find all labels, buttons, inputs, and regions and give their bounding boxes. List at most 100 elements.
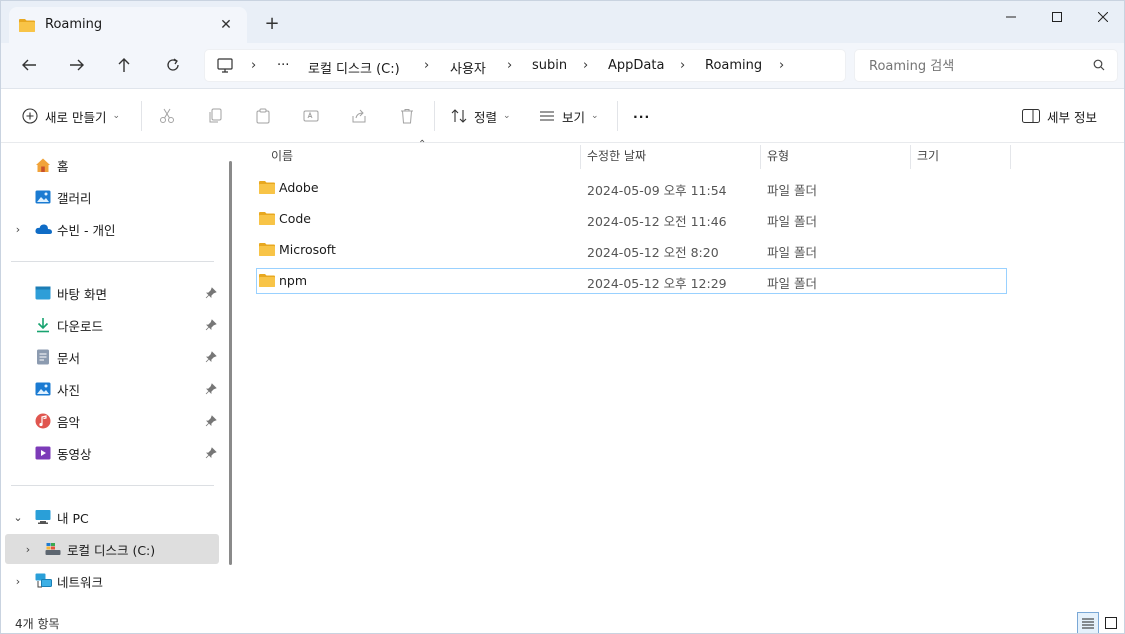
scrollbar[interactable] [229,161,232,565]
sidebar-item-label: 음악 [57,414,81,430]
folder-icon [19,18,35,35]
desktop-icon [35,285,51,301]
sidebar-item-downloads[interactable]: 다운로드 [5,310,219,340]
breadcrumb-separator[interactable]: › [251,58,256,73]
sidebar-item-label: 홈 [57,158,69,174]
view-button[interactable]: 보기 ⌄ [539,104,599,128]
breadcrumb-separator[interactable]: › [507,58,512,73]
sidebar-item-local-disk[interactable]: › 로컬 디스크 (C:) [5,534,219,564]
rename-button[interactable] [303,104,319,128]
pin-icon [205,287,217,302]
chevron-down-icon[interactable]: ⌄ [11,511,25,524]
up-button[interactable] [109,52,139,78]
breadcrumb-appdata[interactable]: AppData [608,58,664,73]
sidebar-item-desktop[interactable]: 바탕 화면 [5,278,219,308]
divider [141,101,142,131]
breadcrumb-separator[interactable]: › [779,58,784,73]
folder-icon [259,273,275,290]
file-name: Microsoft [279,242,336,257]
refresh-icon [167,58,179,71]
file-date: 2024-05-12 오후 12:29 [587,276,727,291]
breadcrumb-users[interactable]: 사용자 [450,58,486,77]
file-row[interactable]: Microsoft 2024-05-12 오전 8:20 파일 폴더 [256,237,1007,263]
view-label: 보기 [562,109,586,125]
sidebar-item-this-pc[interactable]: ⌄ 내 PC [5,502,219,532]
sort-button[interactable]: 정렬 ⌄ [451,104,511,128]
close-icon [1098,12,1108,22]
copy-icon [209,108,222,123]
chevron-right-icon[interactable]: › [21,543,35,556]
sidebar-item-gallery[interactable]: 갤러리 [5,182,219,212]
tiles-view-button[interactable] [1100,612,1122,633]
breadcrumb-local-disk[interactable]: 로컬 디스크 (C:) [308,58,400,77]
cloud-icon [35,221,52,237]
file-type: 파일 폴더 [767,245,817,260]
copy-button[interactable] [207,104,223,128]
sidebar-item-videos[interactable]: 동영상 [5,438,219,468]
sidebar-item-pictures[interactable]: 사진 [5,374,219,404]
column-divider[interactable] [1010,145,1011,169]
close-tab-icon[interactable]: ✕ [215,14,237,36]
document-icon [35,349,51,365]
search-box[interactable] [854,49,1118,82]
search-input[interactable] [869,56,1089,76]
new-tab-button[interactable]: + [261,13,283,35]
tiles-view-icon [1105,617,1117,629]
share-icon [352,109,366,123]
network-icon [35,573,52,589]
navigation-pane: 홈 갤러리 › 수빈 - 개인 바탕 화면 다운로드 문서 사진 음악 동영상 … [1,143,237,611]
refresh-button[interactable] [158,52,188,78]
back-button[interactable] [14,52,44,78]
column-divider[interactable] [580,145,581,169]
breadcrumb-separator[interactable]: › [424,58,429,73]
new-button[interactable]: 새로 만들기 ⌄ [22,104,120,128]
details-pane-button[interactable]: 세부 정보 [1022,104,1097,128]
maximize-icon [1052,12,1062,22]
file-row[interactable]: Adobe 2024-05-09 오후 11:54 파일 폴더 [256,175,1007,201]
breadcrumb-subin[interactable]: subin [532,58,567,73]
list-view-icon [540,111,554,121]
cut-button[interactable] [159,104,175,128]
maximize-button[interactable] [1034,1,1080,33]
new-label: 새로 만들기 [45,109,107,125]
address-bar[interactable]: › ··· 로컬 디스크 (C:) › 사용자 › subin › AppDat… [204,49,846,82]
sidebar-item-onedrive[interactable]: › 수빈 - 개인 [5,214,219,244]
column-header-name[interactable]: 이름 [271,143,293,169]
minimize-button[interactable] [988,1,1034,33]
sidebar-item-home[interactable]: 홈 [5,150,219,180]
share-button[interactable] [351,104,367,128]
item-count: 4개 항목 [15,617,60,631]
sidebar-item-documents[interactable]: 문서 [5,342,219,372]
column-header-modified[interactable]: 수정한 날짜 [587,143,646,169]
search-icon[interactable] [1093,59,1105,74]
breadcrumb-overflow[interactable]: ··· [277,58,289,73]
column-divider[interactable] [760,145,761,169]
video-icon [35,445,51,461]
details-view-button[interactable] [1077,612,1099,633]
forward-button[interactable] [62,52,92,78]
column-header-type[interactable]: 유형 [767,143,789,169]
breadcrumb-separator[interactable]: › [583,58,588,73]
sidebar-item-music[interactable]: 음악 [5,406,219,436]
breadcrumb-separator[interactable]: › [680,58,685,73]
picture-icon [35,381,51,397]
paste-button[interactable] [255,104,271,128]
tab-roaming[interactable]: Roaming ✕ [9,7,247,43]
chevron-right-icon[interactable]: › [11,575,25,588]
sidebar-item-label: 네트워크 [57,574,104,590]
sidebar-item-network[interactable]: › 네트워크 [5,566,219,596]
close-window-button[interactable] [1080,1,1124,33]
file-row[interactable]: Code 2024-05-12 오전 11:46 파일 폴더 [256,206,1007,232]
column-divider[interactable] [910,145,911,169]
file-type: 파일 폴더 [767,183,817,198]
column-header-size[interactable]: 크기 [917,143,939,169]
sidebar-item-label: 다운로드 [57,318,104,334]
arrow-up-icon [118,58,130,72]
chevron-right-icon[interactable]: › [11,223,25,236]
breadcrumb-roaming[interactable]: Roaming [705,58,762,73]
file-explorer-window: Roaming ✕ + › ··· 로컬 디스크 (C:) › 사용자 › su… [0,0,1125,634]
delete-button[interactable] [399,104,415,128]
more-options-button[interactable]: ··· [633,104,650,128]
file-date: 2024-05-12 오전 11:46 [587,214,727,229]
file-row[interactable]: npm 2024-05-12 오후 12:29 파일 폴더 [256,268,1007,294]
